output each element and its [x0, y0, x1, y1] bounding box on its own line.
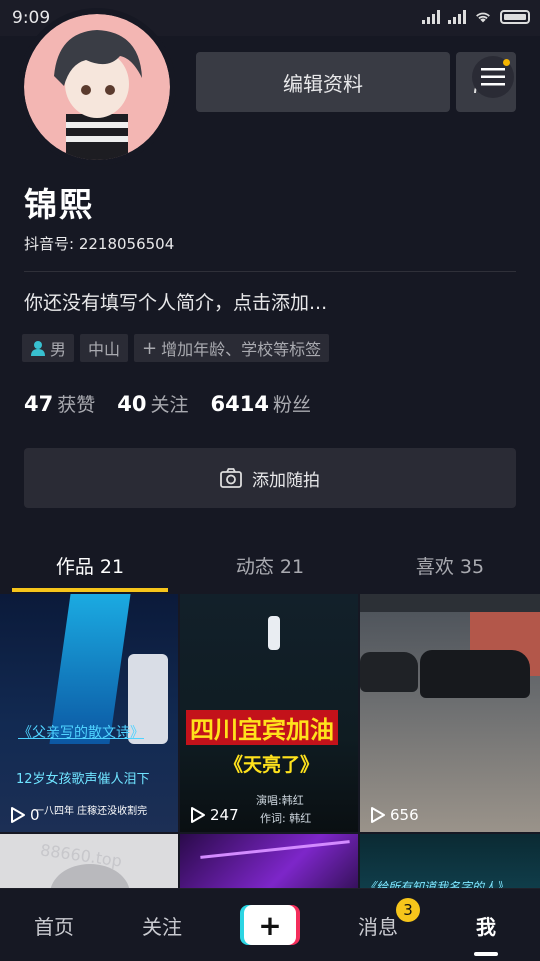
bottom-nav: 首页 关注 + 消息 我: [0, 888, 540, 961]
male-icon: [31, 341, 45, 356]
video-3-playcount-value: 656: [390, 806, 419, 824]
video-2-lyricist: 作词: 韩红: [260, 812, 312, 825]
video-thumbnail-3[interactable]: 656: [360, 594, 540, 832]
likes-label: 获赞: [57, 394, 96, 416]
tab-likes[interactable]: 喜欢 35: [360, 540, 540, 590]
profile-stats: 47 获赞 40 关注 6414 粉丝: [24, 390, 311, 417]
add-tag-label: 增加年龄、学校等标签: [161, 340, 322, 359]
douyin-id: 抖音号: 2218056504: [24, 235, 175, 253]
followers-count: 6414: [210, 392, 269, 416]
video-thumbnail-4[interactable]: 88660.top: [0, 834, 178, 894]
following-label: 关注: [150, 394, 189, 416]
status-icons: [422, 10, 530, 24]
active-tab-indicator: [12, 588, 168, 592]
play-icon: [11, 807, 25, 823]
tab-works[interactable]: 作品 21: [0, 540, 180, 590]
bio-prompt[interactable]: 你还没有填写个人简介，点击添加...: [24, 288, 327, 315]
light-streak: [200, 840, 350, 859]
add-snap-button[interactable]: 添加随拍: [24, 448, 516, 508]
tab-activity[interactable]: 动态 21: [180, 540, 360, 590]
nav-following[interactable]: 关注: [122, 889, 202, 961]
roof: [360, 594, 540, 612]
add-tag-button[interactable]: + 增加年龄、学校等标签: [134, 334, 330, 362]
video-thumbnail-6[interactable]: 《给所有知道我名字的人》: [360, 834, 540, 894]
followers-label: 粉丝: [272, 394, 311, 416]
create-video-button[interactable]: +: [240, 905, 300, 945]
video-1-playcount-value: 0: [30, 806, 40, 824]
wifi-icon: [476, 12, 490, 23]
hamburger-menu-icon: [481, 68, 505, 86]
black-car: [420, 650, 530, 698]
likes-stat[interactable]: 47 获赞: [24, 390, 95, 417]
video-2-song: 《天亮了》: [224, 754, 320, 776]
video-2-playcount: 247: [188, 806, 239, 824]
nav-home[interactable]: 首页: [14, 889, 94, 961]
avatar-image: [24, 14, 170, 160]
avatar[interactable]: [24, 14, 170, 160]
followers-stat[interactable]: 6414 粉丝: [211, 390, 311, 417]
gender-tag-label: 男: [50, 340, 67, 359]
plus-icon: +: [142, 337, 158, 359]
video-thumbnail-1[interactable]: 《父亲写的散文诗》 12岁女孩歌声催人泪下 一八四年 庄稼还没收割完 0: [0, 594, 178, 832]
video-grid: 《父亲写的散文诗》 12岁女孩歌声催人泪下 一八四年 庄稼还没收割完 0 四川宜…: [0, 594, 540, 894]
cell-signal-icon: [422, 10, 440, 24]
video-2-playcount-value: 247: [210, 806, 239, 824]
video-3-playcount: 656: [368, 806, 419, 824]
profile-tags: 男 中山 + 增加年龄、学校等标签: [22, 334, 330, 362]
edit-profile-button[interactable]: 编辑资料: [196, 52, 450, 112]
location-tag-label: 中山: [88, 340, 121, 359]
video-2-singer: 演唱:韩红: [256, 794, 304, 807]
video-2-title: 四川宜宾加油: [186, 710, 338, 745]
likes-count: 47: [24, 392, 54, 416]
performer-figure: [268, 616, 280, 650]
add-snap-label: 添加随拍: [252, 470, 320, 491]
video-thumbnail-5[interactable]: [180, 834, 358, 894]
nickname: 锦熙: [24, 185, 94, 224]
video-1-caption: 一八四年 庄稼还没收割完: [34, 806, 148, 817]
messages-badge: 3: [396, 898, 420, 922]
video-1-subtitle: 12岁女孩歌声催人泪下: [16, 772, 150, 787]
battery-icon: [500, 10, 530, 24]
video-1-title: 《父亲写的散文诗》: [18, 725, 144, 741]
content-tabs: 作品 21 动态 21 喜欢 35: [0, 540, 540, 592]
status-time: 9:09: [12, 8, 51, 28]
nav-me[interactable]: 我: [446, 889, 526, 961]
location-tag[interactable]: 中山: [80, 334, 129, 362]
menu-notification-dot: [503, 59, 510, 66]
play-icon: [371, 807, 385, 823]
following-count: 40: [117, 392, 147, 416]
play-icon: [191, 807, 205, 823]
following-stat[interactable]: 40 关注: [117, 390, 188, 417]
divider: [24, 271, 516, 272]
video-thumbnail-2[interactable]: 四川宜宾加油 《天亮了》 演唱:韩红 作词: 韩红 247: [180, 594, 358, 832]
car-left: [360, 652, 418, 692]
plus-icon: +: [244, 905, 296, 945]
gender-tag[interactable]: 男: [22, 334, 75, 362]
video-1-playcount: 0: [8, 806, 40, 824]
camera-icon: [220, 468, 242, 488]
nav-me-indicator: [474, 952, 498, 956]
cell-signal-icon-2: [448, 10, 466, 24]
